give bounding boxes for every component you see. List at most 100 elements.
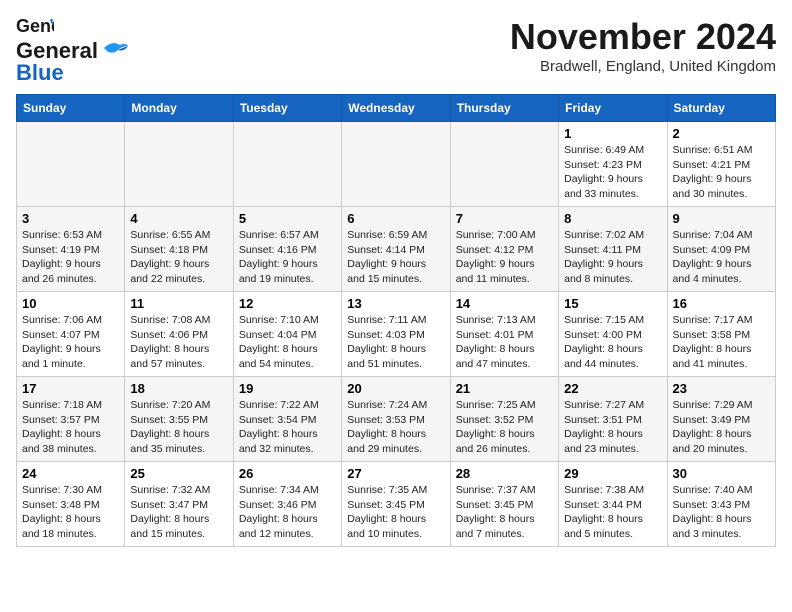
day-number: 3 [22,211,119,226]
day-info: Sunrise: 7:24 AM Sunset: 3:53 PM Dayligh… [347,398,444,457]
day-header-sunday: Sunday [17,95,125,122]
calendar-cell: 27 Sunrise: 7:35 AM Sunset: 3:45 PM Dayli… [342,462,450,547]
calendar-cell [17,122,125,207]
calendar-week-3: 10 Sunrise: 7:06 AM Sunset: 4:07 PM Dayli… [17,292,776,377]
day-number: 28 [456,466,553,481]
calendar-cell: 24Sunrise: 7:30 AM Sunset: 3:48 PM Dayli… [17,462,125,547]
calendar-cell: 9 Sunrise: 7:04 AM Sunset: 4:09 PM Daylig… [667,207,775,292]
calendar-cell: 25Sunrise: 7:32 AM Sunset: 3:47 PM Dayli… [125,462,233,547]
day-info: Sunrise: 7:34 AM Sunset: 3:46 PM Dayligh… [239,483,336,542]
day-info: Sunrise: 7:27 AM Sunset: 3:51 PM Dayligh… [564,398,661,457]
calendar-cell: 23 Sunrise: 7:29 AM Sunset: 3:49 PM Dayli… [667,377,775,462]
day-info: Sunrise: 7:22 AM Sunset: 3:54 PM Dayligh… [239,398,336,457]
day-number: 26 [239,466,336,481]
day-info: Sunrise: 6:57 AM Sunset: 4:16 PM Dayligh… [239,228,336,287]
day-header-monday: Monday [125,95,233,122]
calendar-cell [233,122,341,207]
day-info: Sunrise: 7:02 AM Sunset: 4:11 PM Dayligh… [564,228,661,287]
day-info: Sunrise: 6:53 AM Sunset: 4:19 PM Dayligh… [22,228,119,287]
day-number: 21 [456,381,553,396]
calendar-table: SundayMondayTuesdayWednesdayThursdayFrid… [16,94,776,547]
calendar-cell: 26 Sunrise: 7:34 AM Sunset: 3:46 PM Dayli… [233,462,341,547]
calendar-cell: 14Sunrise: 7:13 AM Sunset: 4:01 PM Dayli… [450,292,558,377]
day-number: 27 [347,466,444,481]
calendar-cell: 6Sunrise: 6:59 AM Sunset: 4:14 PM Daylig… [342,207,450,292]
calendar-cell: 1 Sunrise: 6:49 AM Sunset: 4:23 PM Daylig… [559,122,667,207]
day-number: 18 [130,381,227,396]
day-header-friday: Friday [559,95,667,122]
day-info: Sunrise: 6:59 AM Sunset: 4:14 PM Dayligh… [347,228,444,287]
calendar-week-4: 17 Sunrise: 7:18 AM Sunset: 3:57 PM Dayli… [17,377,776,462]
day-number: 16 [673,296,770,311]
day-number: 13 [347,296,444,311]
day-info: Sunrise: 7:25 AM Sunset: 3:52 PM Dayligh… [456,398,553,457]
day-info: Sunrise: 7:18 AM Sunset: 3:57 PM Dayligh… [22,398,119,457]
calendar-week-2: 3 Sunrise: 6:53 AM Sunset: 4:19 PM Daylig… [17,207,776,292]
calendar-body: 1 Sunrise: 6:49 AM Sunset: 4:23 PM Daylig… [17,122,776,547]
day-number: 9 [673,211,770,226]
day-number: 30 [673,466,770,481]
month-title: November 2024 [510,16,776,58]
day-number: 23 [673,381,770,396]
day-info: Sunrise: 6:55 AM Sunset: 4:18 PM Dayligh… [130,228,227,287]
calendar-cell: 12 Sunrise: 7:10 AM Sunset: 4:04 PM Dayli… [233,292,341,377]
day-info: Sunrise: 7:20 AM Sunset: 3:55 PM Dayligh… [130,398,227,457]
day-header-tuesday: Tuesday [233,95,341,122]
day-info: Sunrise: 7:37 AM Sunset: 3:45 PM Dayligh… [456,483,553,542]
day-number: 2 [673,126,770,141]
calendar-cell: 21 Sunrise: 7:25 AM Sunset: 3:52 PM Dayli… [450,377,558,462]
day-info: Sunrise: 6:49 AM Sunset: 4:23 PM Dayligh… [564,143,661,202]
day-number: 5 [239,211,336,226]
day-number: 11 [130,296,227,311]
title-area: November 2024 Bradwell, England, United … [510,16,776,75]
day-info: Sunrise: 7:04 AM Sunset: 4:09 PM Dayligh… [673,228,770,287]
page-header: General General Blue November 2024 Bradw… [16,16,776,86]
calendar-cell: 11Sunrise: 7:08 AM Sunset: 4:06 PM Dayli… [125,292,233,377]
calendar-cell: 5 Sunrise: 6:57 AM Sunset: 4:16 PM Daylig… [233,207,341,292]
day-info: Sunrise: 6:51 AM Sunset: 4:21 PM Dayligh… [673,143,770,202]
calendar-week-1: 1 Sunrise: 6:49 AM Sunset: 4:23 PM Daylig… [17,122,776,207]
day-number: 22 [564,381,661,396]
calendar-cell: 17 Sunrise: 7:18 AM Sunset: 3:57 PM Dayli… [17,377,125,462]
day-number: 1 [564,126,661,141]
day-info: Sunrise: 7:06 AM Sunset: 4:07 PM Dayligh… [22,313,119,372]
calendar-cell: 18 Sunrise: 7:20 AM Sunset: 3:55 PM Dayli… [125,377,233,462]
calendar-cell: 28 Sunrise: 7:37 AM Sunset: 3:45 PM Dayli… [450,462,558,547]
day-info: Sunrise: 7:29 AM Sunset: 3:49 PM Dayligh… [673,398,770,457]
calendar-cell: 19Sunrise: 7:22 AM Sunset: 3:54 PM Dayli… [233,377,341,462]
calendar-cell: 30 Sunrise: 7:40 AM Sunset: 3:43 PM Dayli… [667,462,775,547]
day-info: Sunrise: 7:35 AM Sunset: 3:45 PM Dayligh… [347,483,444,542]
logo: General General Blue [16,16,130,86]
calendar-cell [450,122,558,207]
day-number: 12 [239,296,336,311]
calendar-cell: 13 Sunrise: 7:11 AM Sunset: 4:03 PM Dayli… [342,292,450,377]
calendar-week-5: 24Sunrise: 7:30 AM Sunset: 3:48 PM Dayli… [17,462,776,547]
day-header-thursday: Thursday [450,95,558,122]
day-header-wednesday: Wednesday [342,95,450,122]
calendar-cell: 20Sunrise: 7:24 AM Sunset: 3:53 PM Dayli… [342,377,450,462]
day-info: Sunrise: 7:15 AM Sunset: 4:00 PM Dayligh… [564,313,661,372]
day-number: 17 [22,381,119,396]
calendar-header-row: SundayMondayTuesdayWednesdayThursdayFrid… [17,95,776,122]
calendar-cell: 8 Sunrise: 7:02 AM Sunset: 4:11 PM Daylig… [559,207,667,292]
calendar-cell: 2 Sunrise: 6:51 AM Sunset: 4:21 PM Daylig… [667,122,775,207]
day-number: 29 [564,466,661,481]
calendar-cell: 29 Sunrise: 7:38 AM Sunset: 3:44 PM Dayli… [559,462,667,547]
logo-blue: Blue [16,60,64,85]
calendar-cell: 7 Sunrise: 7:00 AM Sunset: 4:12 PM Daylig… [450,207,558,292]
day-number: 8 [564,211,661,226]
day-info: Sunrise: 7:00 AM Sunset: 4:12 PM Dayligh… [456,228,553,287]
day-number: 14 [456,296,553,311]
calendar-cell [342,122,450,207]
day-info: Sunrise: 7:40 AM Sunset: 3:43 PM Dayligh… [673,483,770,542]
day-info: Sunrise: 7:38 AM Sunset: 3:44 PM Dayligh… [564,483,661,542]
calendar-cell: 22 Sunrise: 7:27 AM Sunset: 3:51 PM Dayli… [559,377,667,462]
day-info: Sunrise: 7:11 AM Sunset: 4:03 PM Dayligh… [347,313,444,372]
day-header-saturday: Saturday [667,95,775,122]
svg-text:General: General [16,16,54,36]
day-number: 4 [130,211,227,226]
day-info: Sunrise: 7:10 AM Sunset: 4:04 PM Dayligh… [239,313,336,372]
day-number: 10 [22,296,119,311]
day-number: 7 [456,211,553,226]
calendar-cell: 3 Sunrise: 6:53 AM Sunset: 4:19 PM Daylig… [17,207,125,292]
